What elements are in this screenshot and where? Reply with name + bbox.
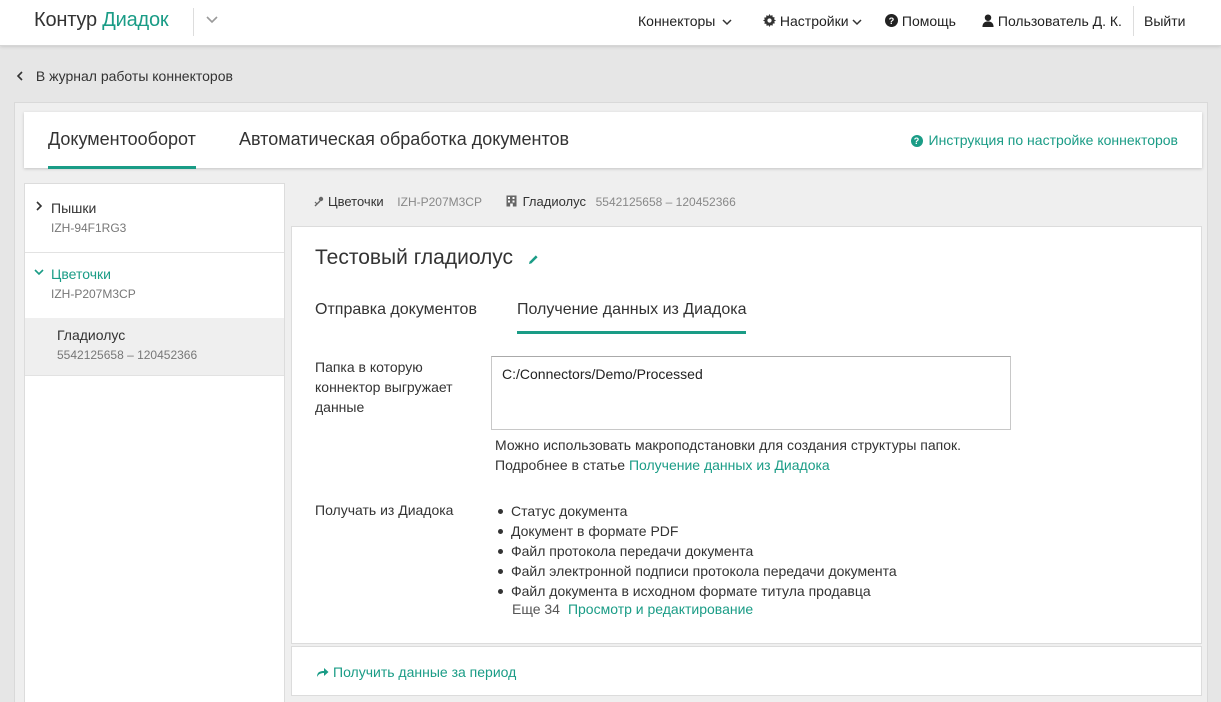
more-items: Еще 34 Просмотр и редактирование [512,601,753,617]
logo-diadoc: Диадок [102,9,169,31]
logo-divider [193,8,194,36]
question-circle-icon: ? [910,135,923,147]
tab-document-flow[interactable]: Документооборот [48,129,196,169]
breadcrumb-org-code: IZH-P207M3CP [397,195,482,209]
get-data-for-period-link[interactable]: Получить данные за период [316,664,516,680]
list-item: Файл документа в исходном формате титула… [497,581,897,601]
tree-item-code: 5542125658 – 120452366 [57,348,198,362]
tree-item-gladiolus[interactable]: Гладиолус 5542125658 – 120452366 [25,318,284,376]
connector-settings-card: Тестовый гладиолус Отправка документов П… [291,226,1202,644]
breadcrumb-box-name: Гладиолус [522,194,586,209]
tab-auto-processing[interactable]: Автоматическая обработка документов [239,129,569,150]
question-circle-icon: ? [885,14,898,27]
section-tabs: Документооборот Автоматическая обработка… [24,112,1202,169]
folder-hint-prefix: Подробнее в статье [495,457,626,473]
folder-path-input[interactable]: C:/Connectors/Demo/Processed [491,356,1011,430]
chevron-down-icon [34,269,44,276]
building-icon [506,195,517,207]
chevron-right-icon [36,201,43,211]
flower-icon [314,196,324,207]
svg-text:?: ? [889,16,895,26]
more-count: Еще 34 [512,601,560,617]
gear-icon [763,14,776,27]
logout-link[interactable]: Выйти [1144,13,1185,29]
breadcrumb-org-name: Цветочки [328,194,384,209]
breadcrumb-box-code: 5542125658 – 120452366 [595,195,736,209]
tab-receive-data[interactable]: Получение данных из Диадока [517,301,747,334]
product-switch-chevron-icon[interactable] [205,14,219,28]
chevron-down-icon [722,19,732,26]
setup-instructions-label: Инструкция по настройке коннекторов [928,132,1178,148]
user-icon [982,14,994,27]
tab-send-documents[interactable]: Отправка документов [315,301,477,319]
chevron-left-icon [16,71,23,81]
receive-field-label: Получать из Диадока [315,502,454,518]
chevron-down-icon [852,19,862,26]
tree-item-tsvetochki[interactable]: Цветочки IZH-P207M3CP [25,253,284,318]
folder-hint-line1: Можно использовать макроподстановки для … [495,437,962,453]
tree-item-code: IZH-P207M3CP [51,287,136,301]
action-bar: Получить данные за период [291,646,1202,696]
tree-item-name: Гладиолус [57,327,126,343]
page-title: Тестовый гладиолус [315,246,514,269]
tree-item-name: Цветочки [51,266,111,282]
nav-help[interactable]: ? Помощь [885,13,956,29]
tree-item-name: Пышки [51,200,97,216]
nav-user[interactable]: Пользователь Д. К. [982,13,1122,29]
view-edit-link[interactable]: Просмотр и редактирование [568,601,753,617]
back-to-log-link[interactable]: В журнал работы коннекторов [16,68,233,84]
get-data-for-period-label: Получить данные за период [333,664,517,680]
list-item: Статус документа [497,501,897,521]
pencil-icon[interactable] [528,253,539,268]
tree-item-code: IZH-94F1RG3 [51,221,127,235]
breadcrumb: Цветочки IZH-P207M3CP Гладиолус 55421256… [314,194,736,209]
nav-divider [1133,6,1134,36]
nav-user-label: Пользователь Д. К. [997,13,1122,29]
article-link[interactable]: Получение данных из Диадока [629,457,830,473]
share-arrow-icon [317,668,329,677]
list-item: Файл протокола передачи документа [497,541,897,561]
nav-settings[interactable]: Настройки [763,13,862,29]
nav-connectors-label: Коннекторы [638,13,716,29]
receive-items-list: Статус документа Документ в формате PDF … [497,501,897,601]
folder-field-label: Папка в которую коннектор выгружает данн… [315,359,453,415]
nav-connectors[interactable]: Коннекторы [638,13,732,29]
list-item: Документ в формате PDF [497,521,897,541]
nav-help-label: Помощь [901,13,956,29]
connector-tree: Пышки IZH-94F1RG3 Цветочки IZH-P207M3CP … [24,183,285,702]
nav-settings-label: Настройки [779,13,849,29]
tree-item-pyshki[interactable]: Пышки IZH-94F1RG3 [25,184,284,253]
back-link-label: В журнал работы коннекторов [35,68,233,84]
top-bar: Контур Диадок Коннекторы Настройки ? Пом… [0,0,1221,46]
setup-instructions-link[interactable]: ? Инструкция по настройке коннекторов [910,132,1178,148]
folder-hint: Можно использовать макроподстановки для … [495,435,961,475]
list-item: Файл электронной подписи протокола перед… [497,561,897,581]
logo[interactable]: Контур Диадок [34,9,169,32]
logo-kontur: Контур [34,9,97,31]
